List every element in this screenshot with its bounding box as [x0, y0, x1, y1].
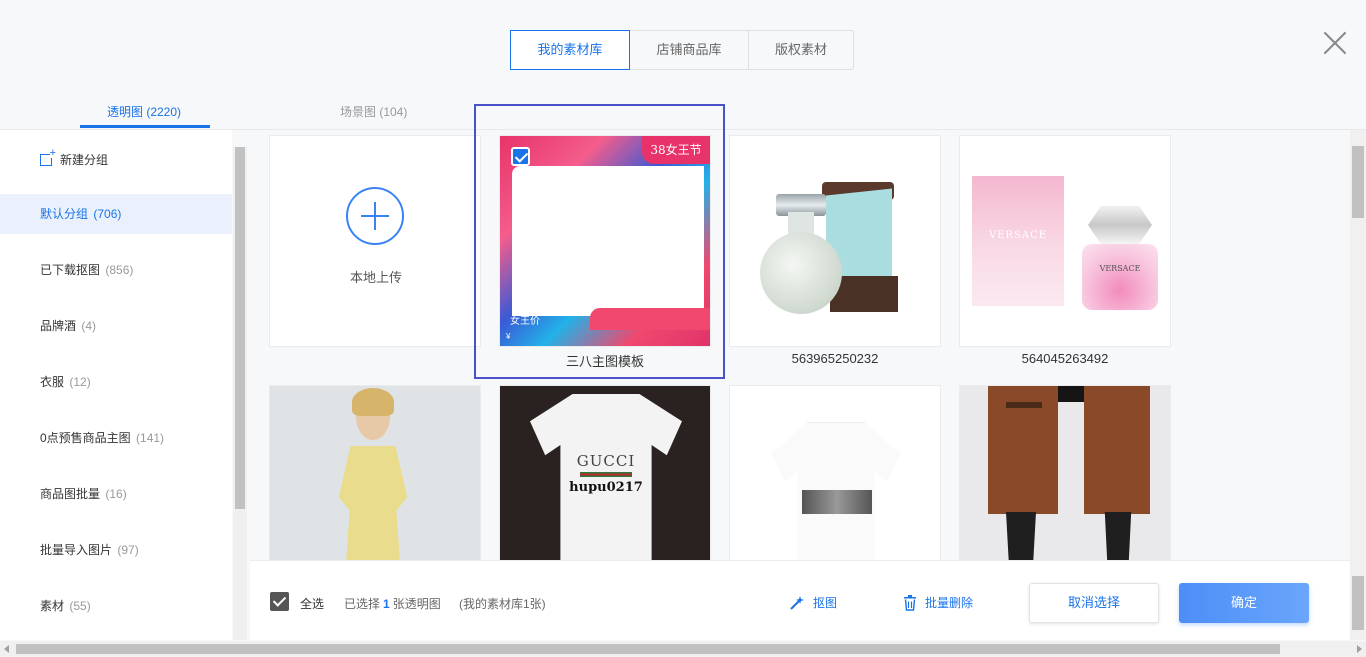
- image-card-gucci-tee[interactable]: GUCCI hupu0217: [499, 385, 711, 560]
- add-folder-icon: [40, 147, 56, 166]
- sidebar-item-count: (856): [105, 263, 134, 277]
- trash-icon: [904, 594, 916, 611]
- sidebar-item-label: 批量导入图片: [40, 543, 113, 557]
- watermark-text: hupu0217: [569, 480, 643, 495]
- action-bar: 全选 已选择 1 张透明图 (我的素材库1张) 抠图 批量删除 取消选择 确定: [250, 560, 1350, 640]
- sidebar-item-label: 默认分组: [40, 207, 89, 221]
- sidebar-item-materials[interactable]: 素材 (55): [0, 586, 232, 626]
- sidebar-item-label: 0点预售商品主图: [40, 431, 131, 445]
- sidebar-item-label: 素材: [40, 599, 65, 613]
- scroll-right-icon[interactable]: [1357, 645, 1362, 653]
- perfume-bottle: [760, 232, 842, 314]
- grid-scrollbar[interactable]: [1350, 130, 1366, 640]
- model-hair: [352, 388, 394, 416]
- upload-label: 本地上传: [349, 270, 402, 285]
- select-all-label: 全选: [300, 597, 325, 611]
- selection-prefix: 已选择: [344, 597, 381, 611]
- group-sidebar: 新建分组 默认分组 (706) 已下载抠图 (856) 品牌酒 (4) 衣服 (…: [0, 130, 232, 640]
- tab-copyright-materials[interactable]: 版权素材: [748, 30, 854, 70]
- close-icon[interactable]: [1322, 30, 1348, 56]
- tee-stripe: [580, 472, 632, 477]
- sidebar-item-count: (4): [81, 319, 97, 333]
- selection-source-note: (我的素材库1张): [459, 597, 546, 611]
- confirm-button[interactable]: 确定: [1179, 583, 1309, 623]
- sidebar-item-count: (12): [69, 375, 91, 389]
- leg: [1006, 512, 1036, 560]
- sidebar-item-clothes[interactable]: 衣服 (12): [0, 362, 232, 402]
- sidebar-item-product-batch[interactable]: 商品图批量 (16): [0, 474, 232, 514]
- sidebar-item-label: 衣服: [40, 375, 65, 389]
- tee-print: [802, 490, 872, 514]
- sidebar-item-brand-wine[interactable]: 品牌酒 (4): [0, 306, 232, 346]
- image-card-dress[interactable]: [269, 385, 481, 560]
- sidebar-item-count: (97): [117, 543, 139, 557]
- belt: [1006, 402, 1042, 408]
- selection-summary: 已选择 1 张透明图: [344, 595, 441, 612]
- sidebar-item-count: (16): [105, 487, 127, 501]
- sidebar-item-default-group[interactable]: 默认分组 (706): [0, 194, 232, 234]
- active-tab-indicator: [80, 125, 210, 128]
- perfume-box: [972, 176, 1064, 306]
- sidebar-scrollbar[interactable]: [233, 147, 247, 640]
- image-card-perfume-1[interactable]: [729, 135, 941, 347]
- sidebar-item-presale-main-images[interactable]: 0点预售商品主图 (141): [0, 418, 232, 458]
- leg: [1104, 512, 1132, 560]
- tab-shop-products[interactable]: 店铺商品库: [629, 30, 749, 70]
- source-tabs: 我的素材库 店铺商品库 版权素材: [510, 30, 854, 70]
- brown-skirt: [1084, 386, 1150, 514]
- sidebar-item-label: 品牌酒: [40, 319, 77, 333]
- sidebar-item-count: (141): [136, 431, 165, 445]
- select-all-checkbox[interactable]: [270, 592, 289, 611]
- magic-wand-icon: [790, 595, 804, 610]
- sidebar-item-count: (706): [93, 207, 122, 221]
- image-card-white-tee[interactable]: [729, 385, 941, 560]
- new-group-label: 新建分组: [60, 153, 109, 167]
- scrollbar-thumb[interactable]: [1352, 576, 1364, 630]
- cancel-selection-button[interactable]: 取消选择: [1029, 583, 1159, 623]
- sidebar-item-label: 商品图批量: [40, 487, 101, 501]
- cutout-label: 抠图: [813, 596, 838, 610]
- image-card-skirt[interactable]: [959, 385, 1171, 560]
- image-card-perfume-2[interactable]: VERSACE VERSACE: [959, 135, 1171, 347]
- local-upload-card[interactable]: 本地上传: [269, 135, 481, 347]
- material-picker-dialog: 我的素材库 店铺商品库 版权素材 透明图 (2220) 场景图 (104) 新建…: [0, 0, 1366, 657]
- image-caption: 564045263492: [1021, 351, 1109, 366]
- tab-transparent-images[interactable]: 透明图 (2220): [107, 103, 181, 120]
- perfume-cap: [1088, 206, 1152, 244]
- new-group-button[interactable]: 新建分组: [40, 147, 109, 168]
- cutout-button[interactable]: 抠图: [789, 594, 837, 611]
- sidebar-item-label: 已下载抠图: [40, 263, 101, 277]
- sidebar-item-downloaded-cutouts[interactable]: 已下载抠图 (856): [0, 250, 232, 290]
- batch-delete-button[interactable]: 批量删除: [903, 594, 973, 611]
- yellow-dress: [338, 446, 408, 560]
- tee-logo: GUCCI: [576, 452, 636, 470]
- batch-delete-label: 批量删除: [925, 596, 974, 610]
- horizontal-scrollbar[interactable]: [0, 641, 1366, 657]
- sidebar-item-count: (55): [69, 599, 91, 613]
- perfume-bottle: [1082, 244, 1158, 310]
- scrollbar-thumb[interactable]: [1352, 146, 1364, 218]
- selection-highlight: [474, 104, 725, 379]
- sidebar-item-batch-import[interactable]: 批量导入图片 (97): [0, 530, 232, 570]
- perfume-bottle-label: VERSACE: [1099, 264, 1141, 273]
- image-caption: 563965250232: [791, 351, 879, 366]
- scrollbar-thumb[interactable]: [16, 644, 1280, 654]
- selection-count: 1: [383, 597, 390, 611]
- plus-circle-icon: [346, 187, 404, 245]
- tab-scene-images[interactable]: 场景图 (104): [340, 103, 407, 120]
- perfume-brand-text: VERSACE: [988, 230, 1048, 241]
- scrollbar-thumb[interactable]: [235, 147, 245, 509]
- selection-suffix: 张透明图: [392, 597, 441, 611]
- scroll-left-icon[interactable]: [4, 645, 9, 653]
- image-grid: 本地上传 38女王节 女王价 ¥ 三八主图模板 563965250232 VER…: [250, 130, 1350, 560]
- t-shirt: [530, 394, 682, 560]
- tab-my-materials[interactable]: 我的素材库: [510, 30, 630, 70]
